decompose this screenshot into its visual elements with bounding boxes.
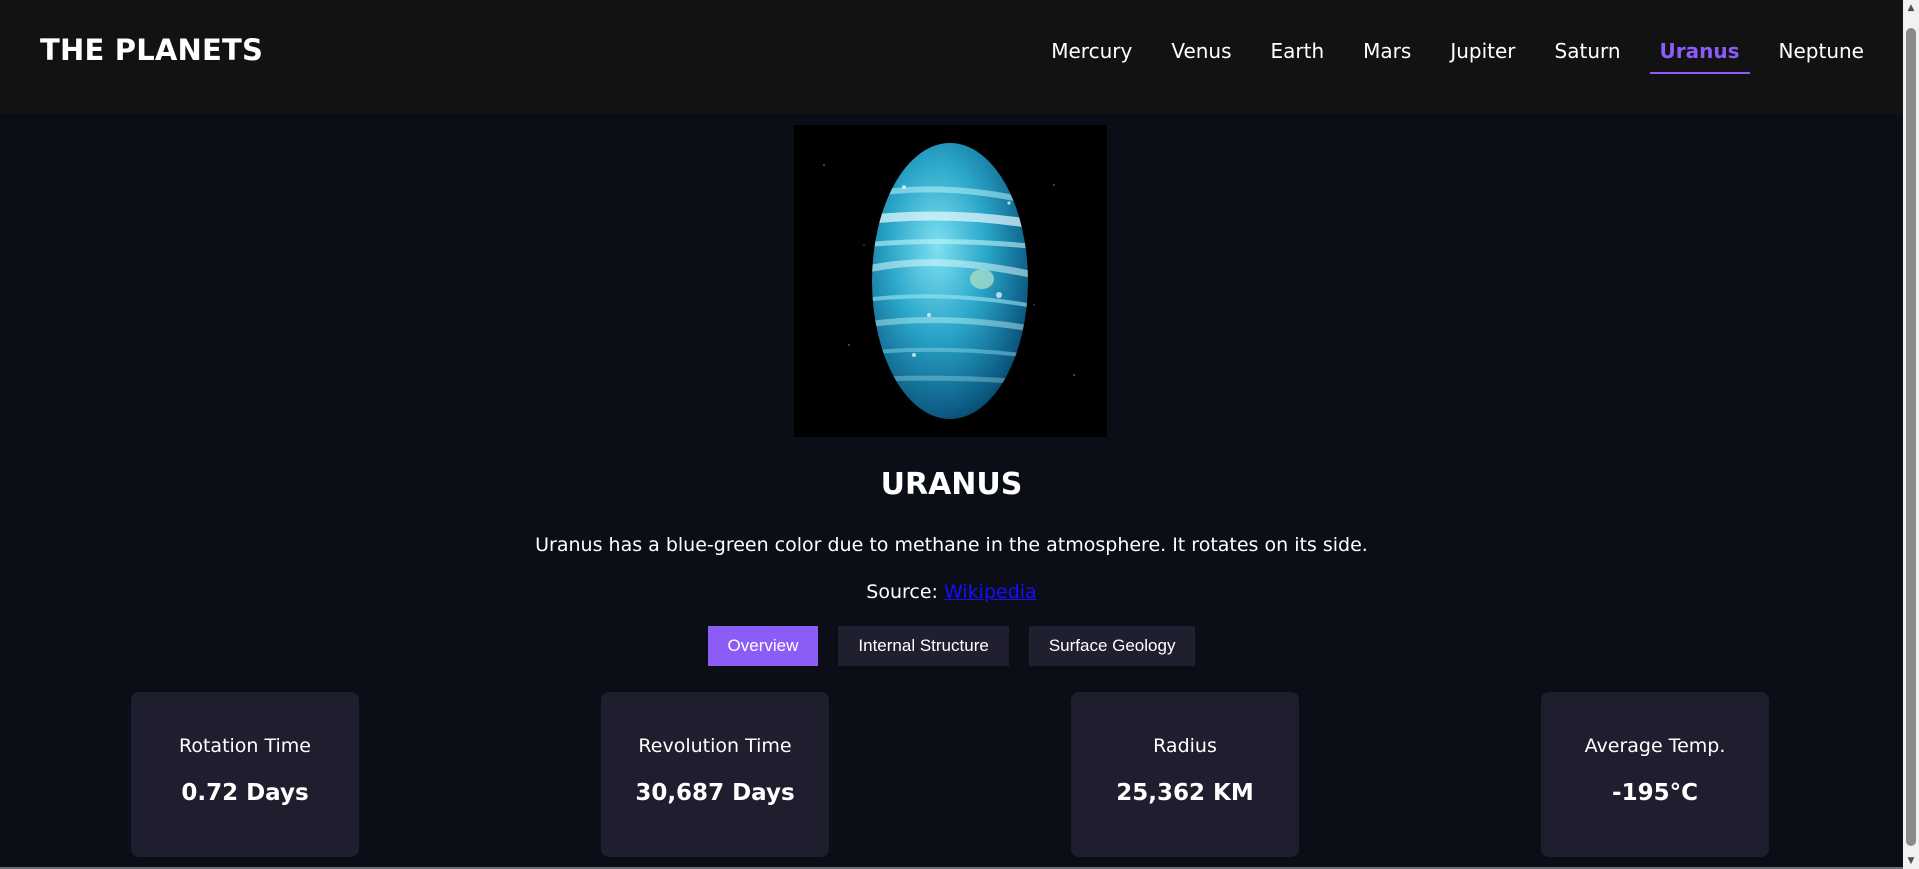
stat-label: Radius [1153,735,1217,757]
stat-card-revolution-time: Revolution Time 30,687 Days [601,692,829,857]
stat-card-average-temp: Average Temp. -195°C [1541,692,1769,857]
stat-label: Rotation Time [179,735,311,757]
nav-item-mars[interactable]: Mars [1363,0,1411,114]
source-label: Source: [866,581,938,603]
planet-image [794,125,1107,437]
nav-item-jupiter[interactable]: Jupiter [1450,0,1515,114]
vertical-scrollbar[interactable]: ▲ ▼ [1903,0,1919,869]
stat-value: -195°C [1612,780,1698,806]
info-tabs: Overview Internal Structure Surface Geol… [0,626,1903,666]
nav-item-venus[interactable]: Venus [1171,0,1231,114]
top-navigation-bar: THE PLANETS Mercury Venus Earth Mars Jup… [0,0,1903,114]
nav-item-mercury[interactable]: Mercury [1051,0,1132,114]
planet-source: Source: Wikipedia [0,581,1903,603]
planet-nav: Mercury Venus Earth Mars Jupiter Saturn … [1051,0,1864,114]
source-link[interactable]: Wikipedia [944,581,1037,603]
nav-item-earth[interactable]: Earth [1271,0,1325,114]
brand-title[interactable]: THE PLANETS [40,33,263,67]
scrollbar-thumb[interactable] [1906,28,1916,846]
stat-card-radius: Radius 25,362 KM [1071,692,1299,857]
tab-overview[interactable]: Overview [707,626,819,666]
stat-label: Revolution Time [638,735,792,757]
stat-value: 30,687 Days [635,780,795,806]
planet-description: Uranus has a blue-green color due to met… [535,534,1368,556]
planet-name: URANUS [880,467,1023,502]
stat-value: 25,362 KM [1116,780,1254,806]
stat-label: Average Temp. [1584,735,1726,757]
triangle-up-icon[interactable]: ▲ [1903,0,1919,16]
nav-item-uranus[interactable]: Uranus [1649,0,1750,114]
tab-internal-structure[interactable]: Internal Structure [838,626,1009,666]
stat-card-rotation-time: Rotation Time 0.72 Days [131,692,359,857]
stat-value: 0.72 Days [181,780,309,806]
nav-item-saturn[interactable]: Saturn [1555,0,1621,114]
page: THE PLANETS Mercury Venus Earth Mars Jup… [0,0,1919,869]
planet-uranus-illustration [794,125,1107,437]
triangle-down-icon[interactable]: ▼ [1903,853,1919,869]
nav-item-neptune[interactable]: Neptune [1779,0,1864,114]
tab-surface-geology[interactable]: Surface Geology [1028,626,1196,666]
